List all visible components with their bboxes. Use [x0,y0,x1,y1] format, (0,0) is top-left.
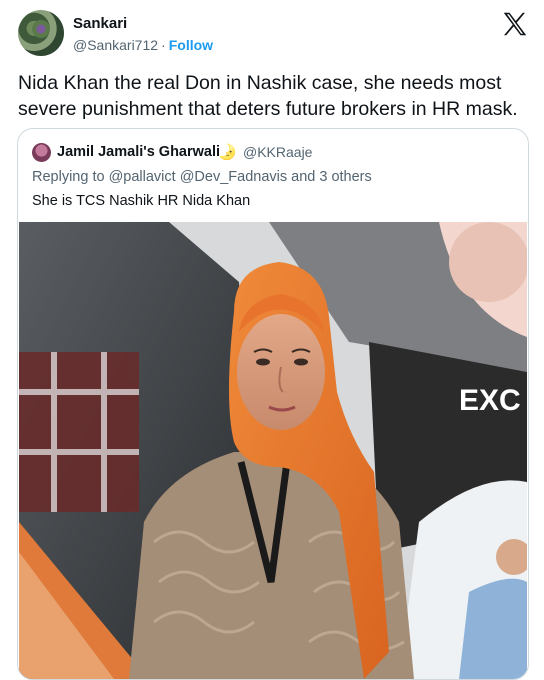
author-name[interactable]: Sankari [73,15,127,32]
quoted-tweet-photo[interactable]: EXC [19,222,527,679]
author-handle-line: @Sankari712 · Follow [73,37,213,53]
x-logo-icon[interactable] [500,9,530,39]
quoted-author-name[interactable]: Jamil Jamali's Gharwali [57,144,220,160]
follow-button[interactable]: Follow [169,37,213,53]
separator-dot: · [161,37,166,53]
quoted-tweet-card[interactable]: Jamil Jamali's Gharwali 🌛 @KKRaaje Reply… [17,128,529,680]
reply-context: Replying to @pallavict @Dev_Fadnavis and… [32,169,372,185]
quoted-author-handle[interactable]: @KKRaaje [243,144,312,160]
moon-emoji-icon: 🌛 [218,144,237,161]
quoted-tweet-text: She is TCS Nashik HR Nida Khan [32,193,251,209]
quoted-author-avatar[interactable] [32,143,51,162]
author-handle[interactable]: @Sankari712 [73,37,158,53]
banner-text: EXC [459,384,521,417]
author-avatar[interactable] [18,10,64,56]
photo-woman-orange-hijab: EXC [19,222,527,679]
tweet-text: Nida Khan the real Don in Nashik case, s… [18,72,518,120]
